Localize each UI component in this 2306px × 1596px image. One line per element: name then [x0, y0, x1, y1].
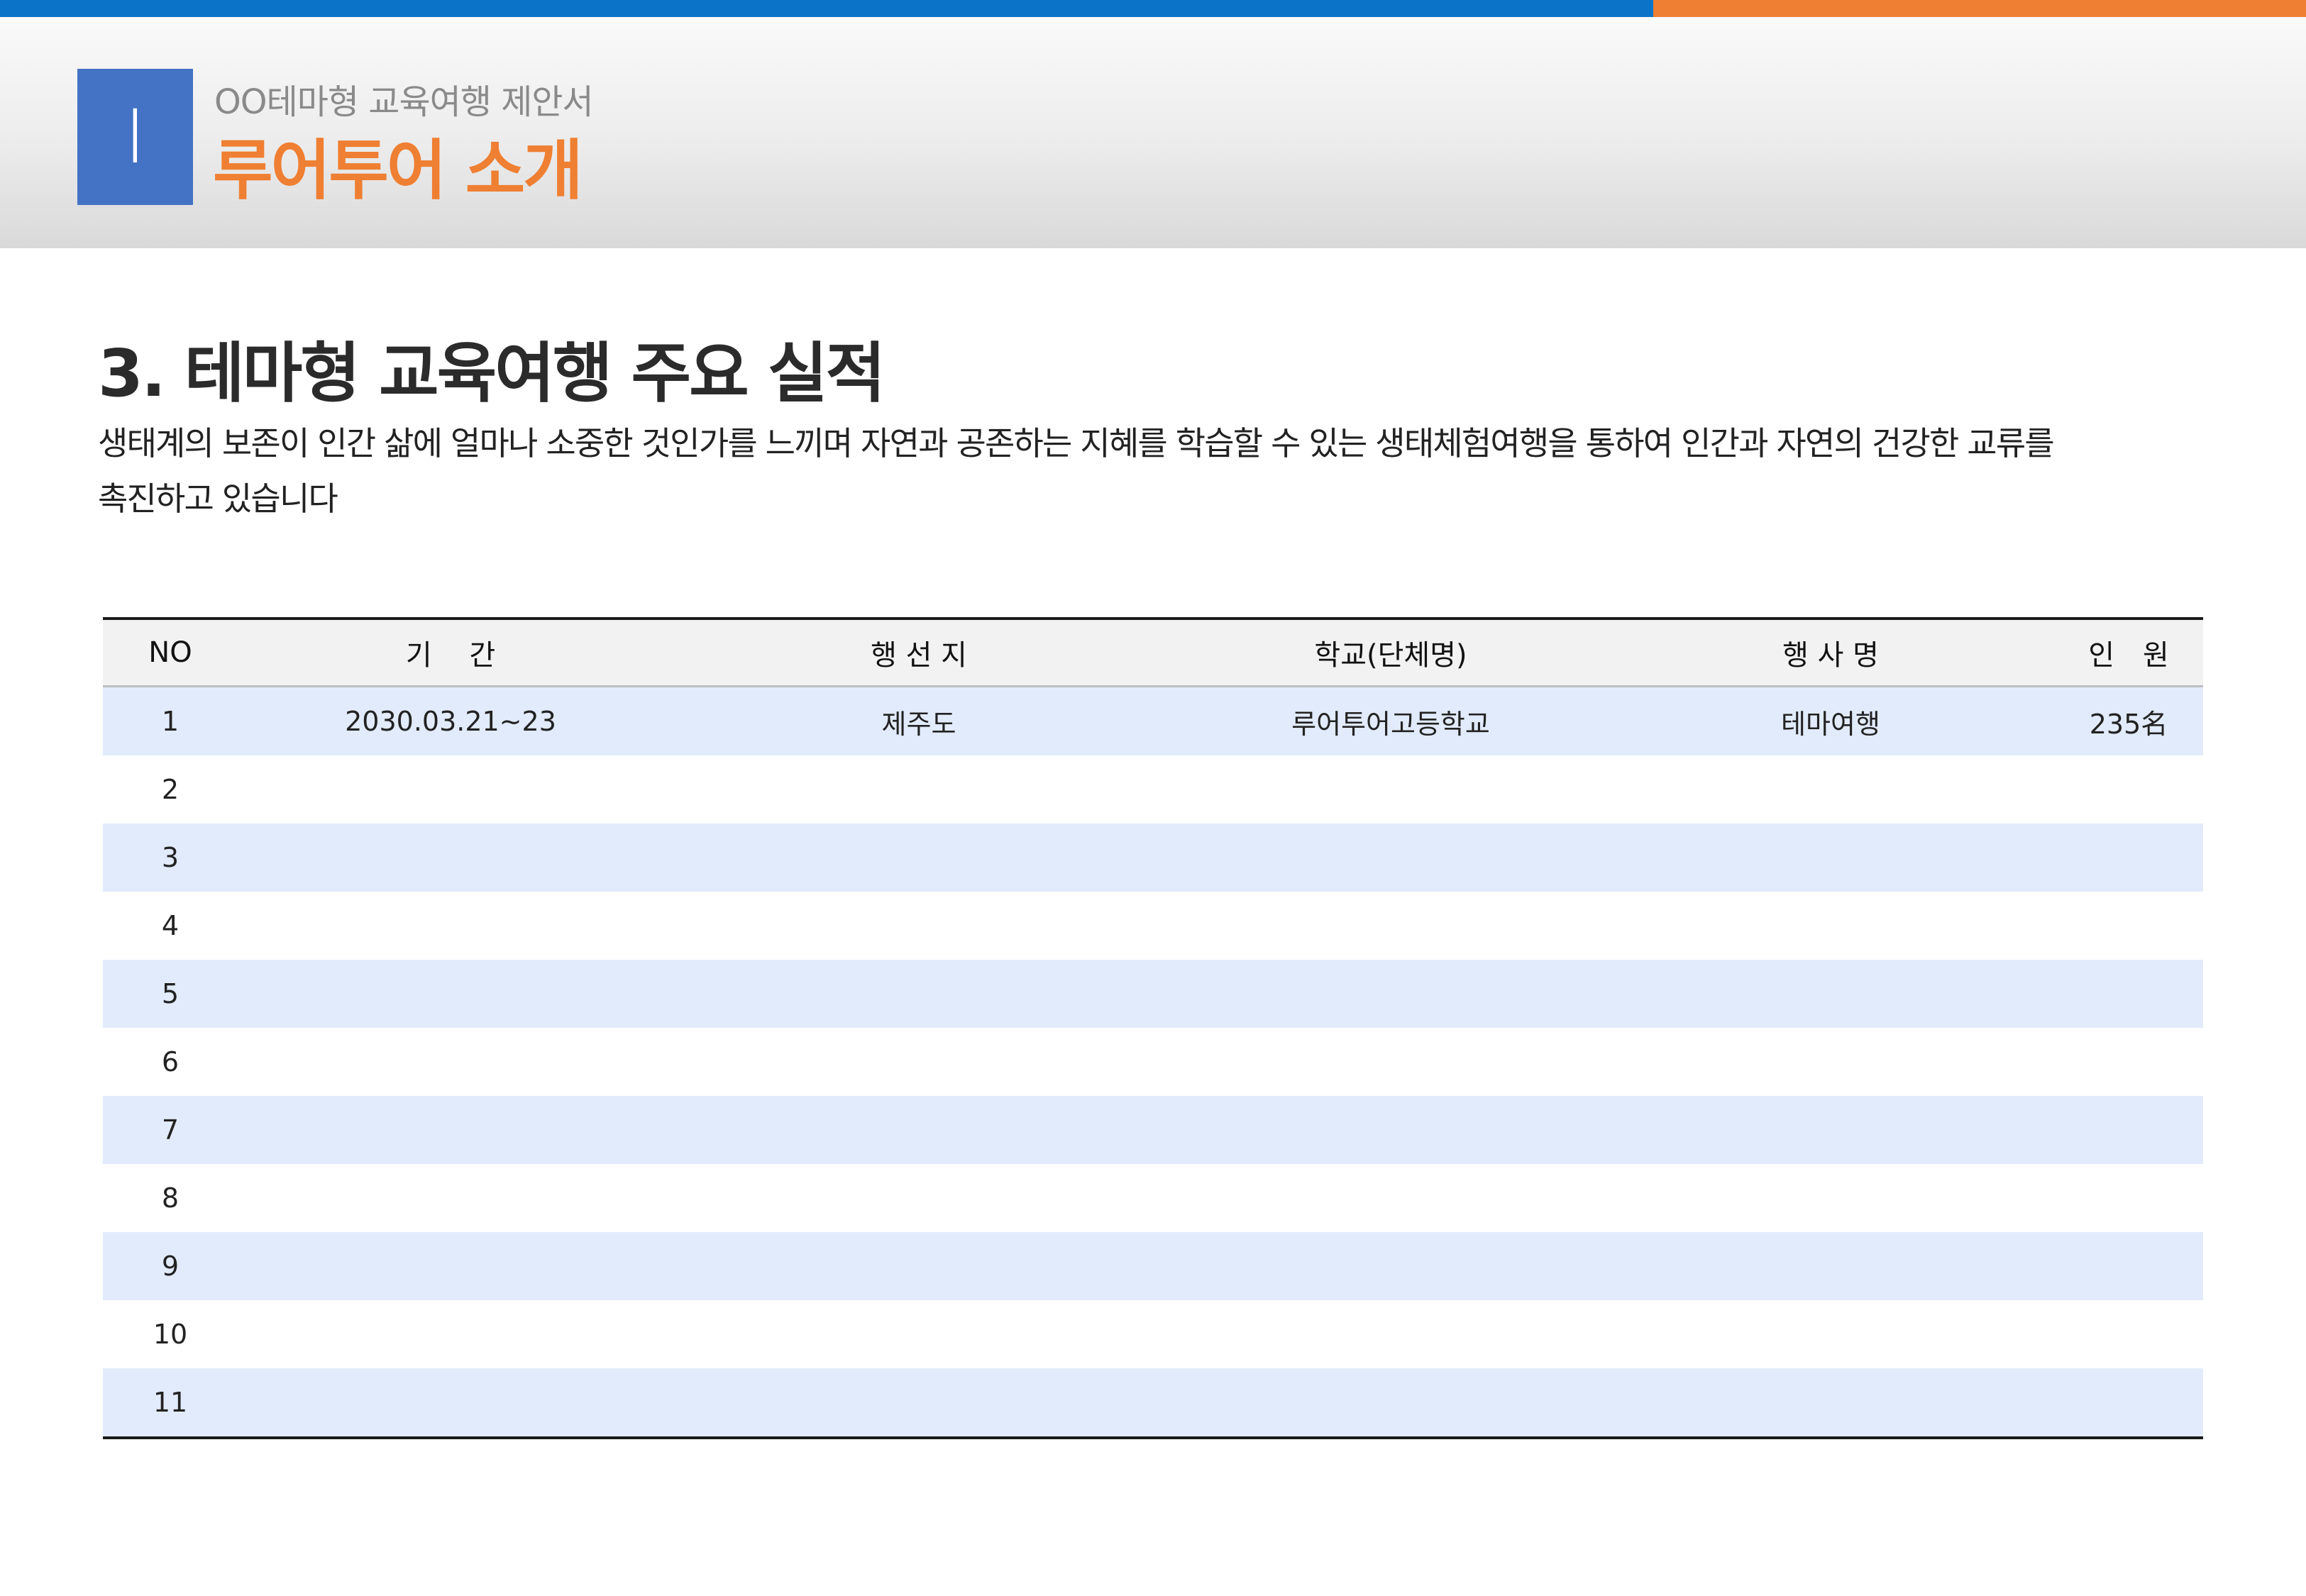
- section-title: 3. 테마형 교육여행 주요 실적: [98, 336, 886, 411]
- table-row: 5: [103, 960, 2203, 1028]
- cell-destination: [663, 1028, 1174, 1096]
- column-header-event: 행 사 명: [1607, 617, 2054, 687]
- cell-destination: [663, 960, 1174, 1028]
- section-description-line-2: 촉진하고 있습니다: [98, 480, 338, 518]
- cell-people: [2054, 892, 2203, 960]
- top-accent-bar-orange: [1653, 0, 2306, 17]
- table-header: NO 기 간 행 선 지 학교(단체명) 행 사 명 인 원: [103, 617, 2203, 687]
- cell-people: [2054, 1164, 2203, 1232]
- column-header-period: 기 간: [238, 617, 663, 687]
- table-row: 6: [103, 1028, 2203, 1096]
- cell-event: [1607, 1300, 2054, 1368]
- cell-period: [238, 1368, 663, 1439]
- cell-no: 8: [103, 1164, 238, 1232]
- cell-school: [1174, 892, 1607, 960]
- column-header-people: 인 원: [2054, 617, 2203, 687]
- cell-period: [238, 1096, 663, 1164]
- cell-destination: [663, 1096, 1174, 1164]
- cell-event: [1607, 1028, 2054, 1096]
- cell-no: 3: [103, 824, 238, 892]
- cell-school: [1174, 1300, 1607, 1368]
- cell-people: [2054, 824, 2203, 892]
- chapter-title: 루어투어 소개: [213, 133, 583, 209]
- cell-no: 6: [103, 1028, 238, 1096]
- cell-no: 2: [103, 755, 238, 824]
- cell-destination: [663, 1232, 1174, 1300]
- cell-destination: [663, 1164, 1174, 1232]
- cell-event: [1607, 1232, 2054, 1300]
- table-body: 1 2030.03.21~23 제주도 루어투어고등학교 테마여행 235名 2…: [103, 686, 2203, 1439]
- cell-period: [238, 1300, 663, 1368]
- cell-people: [2054, 1232, 2203, 1300]
- cell-school: [1174, 1164, 1607, 1232]
- cell-no: 4: [103, 892, 238, 960]
- cell-event: [1607, 1096, 2054, 1164]
- cell-people: 235名: [2054, 686, 2203, 755]
- cell-people: [2054, 1300, 2203, 1368]
- table-header-row: NO 기 간 행 선 지 학교(단체명) 행 사 명 인 원: [103, 617, 2203, 687]
- cell-destination: [663, 892, 1174, 960]
- cell-school: [1174, 1028, 1607, 1096]
- section-description: 생태계의 보존이 인간 삶에 얼마나 소중한 것인가를 느끼며 자연과 공존하는…: [98, 416, 2227, 526]
- document-subtitle: OO테마형 교육여행 제안서: [214, 82, 594, 122]
- cell-event: [1607, 892, 2054, 960]
- cell-no: 7: [103, 1096, 238, 1164]
- cell-destination: 제주도: [663, 686, 1174, 755]
- table-row: 10: [103, 1300, 2203, 1368]
- table-row: 11: [103, 1368, 2203, 1439]
- cell-destination: [663, 1368, 1174, 1439]
- cell-event: [1607, 755, 2054, 824]
- top-accent-bar-blue: [0, 0, 1653, 17]
- cell-school: [1174, 960, 1607, 1028]
- cell-school: 루어투어고등학교: [1174, 686, 1607, 755]
- table-row: 9: [103, 1232, 2203, 1300]
- cell-period: [238, 892, 663, 960]
- cell-people: [2054, 1096, 2203, 1164]
- cell-school: [1174, 1368, 1607, 1439]
- table-row: 8: [103, 1164, 2203, 1232]
- cell-people: [2054, 755, 2203, 824]
- cell-people: [2054, 1368, 2203, 1439]
- cell-period: [238, 824, 663, 892]
- cell-no: 10: [103, 1300, 238, 1368]
- cell-period: 2030.03.21~23: [238, 686, 663, 755]
- results-table: NO 기 간 행 선 지 학교(단체명) 행 사 명 인 원 1 2030.03…: [103, 617, 2203, 1439]
- cell-period: [238, 1232, 663, 1300]
- cell-event: [1607, 960, 2054, 1028]
- cell-period: [238, 1164, 663, 1232]
- cell-destination: [663, 824, 1174, 892]
- cell-no: 1: [103, 686, 238, 755]
- cell-people: [2054, 960, 2203, 1028]
- cell-no: 5: [103, 960, 238, 1028]
- column-header-destination: 행 선 지: [663, 617, 1174, 687]
- cell-event: [1607, 1164, 2054, 1232]
- table-row: 3: [103, 824, 2203, 892]
- cell-no: 9: [103, 1232, 238, 1300]
- cell-event: [1607, 1368, 2054, 1439]
- table-row: 2: [103, 755, 2203, 824]
- cell-no: 11: [103, 1368, 238, 1439]
- cell-period: [238, 960, 663, 1028]
- table-row: 1 2030.03.21~23 제주도 루어투어고등학교 테마여행 235名: [103, 686, 2203, 755]
- cell-school: [1174, 1096, 1607, 1164]
- cell-school: [1174, 1232, 1607, 1300]
- cell-period: [238, 755, 663, 824]
- cell-period: [238, 1028, 663, 1096]
- chapter-number-box: I: [77, 69, 193, 205]
- section-description-line-1: 생태계의 보존이 인간 삶에 얼마나 소중한 것인가를 느끼며 자연과 공존하는…: [98, 424, 2055, 462]
- cell-event: [1607, 824, 2054, 892]
- table-row: 7: [103, 1096, 2203, 1164]
- cell-destination: [663, 755, 1174, 824]
- column-header-school: 학교(단체명): [1174, 617, 1607, 687]
- cell-event: 테마여행: [1607, 686, 2054, 755]
- column-header-no: NO: [103, 617, 238, 687]
- cell-people: [2054, 1028, 2203, 1096]
- cell-destination: [663, 1300, 1174, 1368]
- cell-school: [1174, 824, 1607, 892]
- results-table-container: NO 기 간 행 선 지 학교(단체명) 행 사 명 인 원 1 2030.03…: [103, 617, 2203, 1439]
- cell-school: [1174, 755, 1607, 824]
- table-row: 4: [103, 892, 2203, 960]
